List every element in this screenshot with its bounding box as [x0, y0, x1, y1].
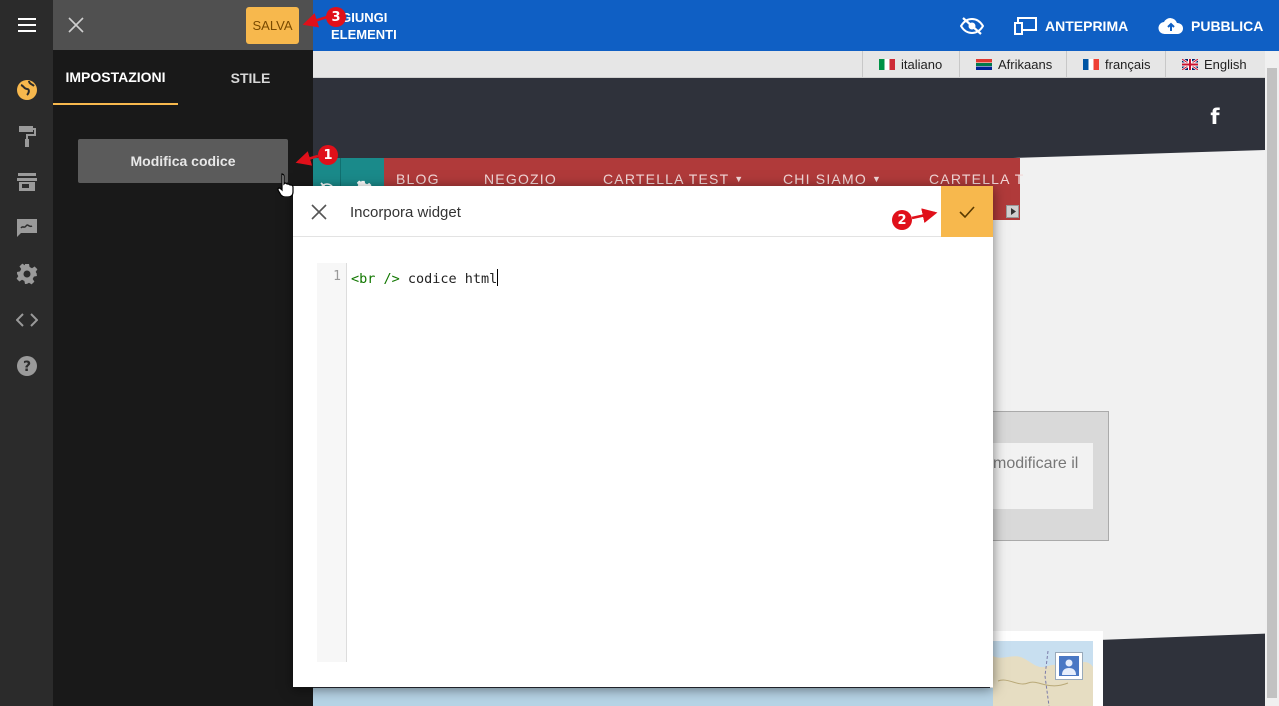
tab-impostazioni[interactable]: IMPOSTAZIONI	[53, 50, 178, 105]
annotation-marker-1: 1	[318, 145, 338, 165]
triangle-right-icon	[1010, 208, 1016, 215]
dialog-title: Incorpora widget	[350, 204, 461, 221]
page-scrollbar-thumb[interactable]	[1267, 68, 1277, 698]
lang-label: English	[1204, 56, 1247, 72]
icon-rail: ?	[0, 0, 53, 706]
nav-item-negozio[interactable]: NEGOZIO	[484, 171, 557, 187]
content-card-text: modificare il	[993, 443, 1093, 509]
flag-gb-icon	[1182, 58, 1198, 70]
save-button[interactable]: SALVA	[246, 7, 299, 44]
globe-icon[interactable]	[14, 77, 40, 103]
dialog-confirm-button[interactable]	[941, 186, 993, 237]
line-number: 1	[333, 269, 341, 284]
publish-button[interactable]: PUBBLICA	[1158, 12, 1263, 40]
street-view-icon[interactable]	[1055, 652, 1083, 680]
dialog-header: Incorpora widget	[293, 186, 993, 237]
devices-icon	[1014, 17, 1037, 35]
nav-scroll-right-button[interactable]	[1006, 205, 1019, 218]
code-icon[interactable]	[14, 307, 40, 333]
annotation-marker-3: 3	[326, 7, 346, 27]
flag-it-icon	[879, 58, 895, 70]
lang-label: Afrikaans	[998, 56, 1053, 72]
dialog-close-button[interactable]	[305, 198, 333, 226]
lang-afrikaans[interactable]: Afrikaans	[959, 51, 1062, 77]
panel-close-button[interactable]	[61, 10, 91, 40]
map-strip	[313, 688, 993, 706]
signature-icon[interactable]	[14, 215, 40, 241]
annotation-marker-2: 2	[892, 210, 912, 230]
flag-za-icon	[976, 58, 992, 70]
paint-roller-icon[interactable]	[14, 123, 40, 149]
lang-label: français	[1105, 56, 1151, 72]
hand-cursor-icon	[277, 173, 294, 197]
panel-header: SALVA	[53, 0, 313, 50]
flag-fr-icon	[1083, 58, 1099, 70]
edit-code-button[interactable]: Modifica codice	[78, 139, 288, 183]
nav-item-chi-siamo[interactable]: CHI SIAMO ▼	[783, 171, 882, 187]
nav-item-label: CHI SIAMO	[783, 171, 867, 187]
lang-label: italiano	[901, 56, 943, 72]
caret-down-icon: ▼	[734, 174, 745, 184]
language-bar: italiano Afrikaans français English	[313, 51, 1265, 78]
lang-english[interactable]: English	[1165, 51, 1257, 77]
nav-item-cartella-test[interactable]: CARTELLA TEST ▼	[603, 171, 744, 187]
facebook-icon[interactable]: f	[1206, 104, 1224, 130]
hamburger-menu-button[interactable]	[0, 0, 53, 50]
preview-label: ANTEPRIMA	[1045, 18, 1129, 34]
cloud-upload-icon	[1158, 18, 1184, 35]
visibility-toggle-button[interactable]	[959, 13, 985, 39]
check-icon	[959, 205, 975, 218]
nav-item-cartella-t[interactable]: CARTELLA T	[929, 171, 1025, 187]
editor-gutter: 1	[317, 263, 347, 662]
nav-item-label: CARTELLA TEST	[603, 171, 730, 187]
code-text-token: codice html	[399, 271, 498, 287]
svg-text:?: ?	[23, 359, 31, 375]
preview-button[interactable]: ANTEPRIMA	[1014, 12, 1128, 40]
gear-icon[interactable]	[14, 261, 40, 287]
code-line[interactable]: <br /> codice html	[351, 269, 499, 287]
lang-italiano[interactable]: italiano	[862, 51, 952, 77]
caret-down-icon: ▼	[872, 174, 883, 184]
code-tag-token: <br />	[351, 271, 400, 287]
lang-francais[interactable]: français	[1066, 51, 1161, 77]
hamburger-icon	[17, 18, 36, 32]
text-caret	[497, 269, 499, 286]
code-input-area[interactable]: <br /> codice html	[347, 263, 969, 662]
settings-panel: SALVA IMPOSTAZIONI STILE Modifica codice	[53, 0, 313, 706]
close-icon	[311, 204, 327, 220]
help-icon[interactable]: ?	[14, 353, 40, 379]
publish-label: PUBBLICA	[1191, 18, 1264, 34]
close-icon	[68, 17, 84, 33]
code-editor[interactable]: 1 <br /> codice html	[317, 263, 969, 662]
embed-widget-dialog: Incorpora widget 1 <br /> codice html	[293, 186, 993, 687]
tab-stile[interactable]: STILE	[188, 50, 313, 105]
nav-item-blog[interactable]: BLOG	[396, 171, 440, 187]
store-icon[interactable]	[14, 169, 40, 195]
editor-topbar: GGIUNGI ELEMENTI ANTEPRIMA PUBBLICA	[313, 0, 1279, 51]
eye-slash-icon	[960, 17, 984, 35]
